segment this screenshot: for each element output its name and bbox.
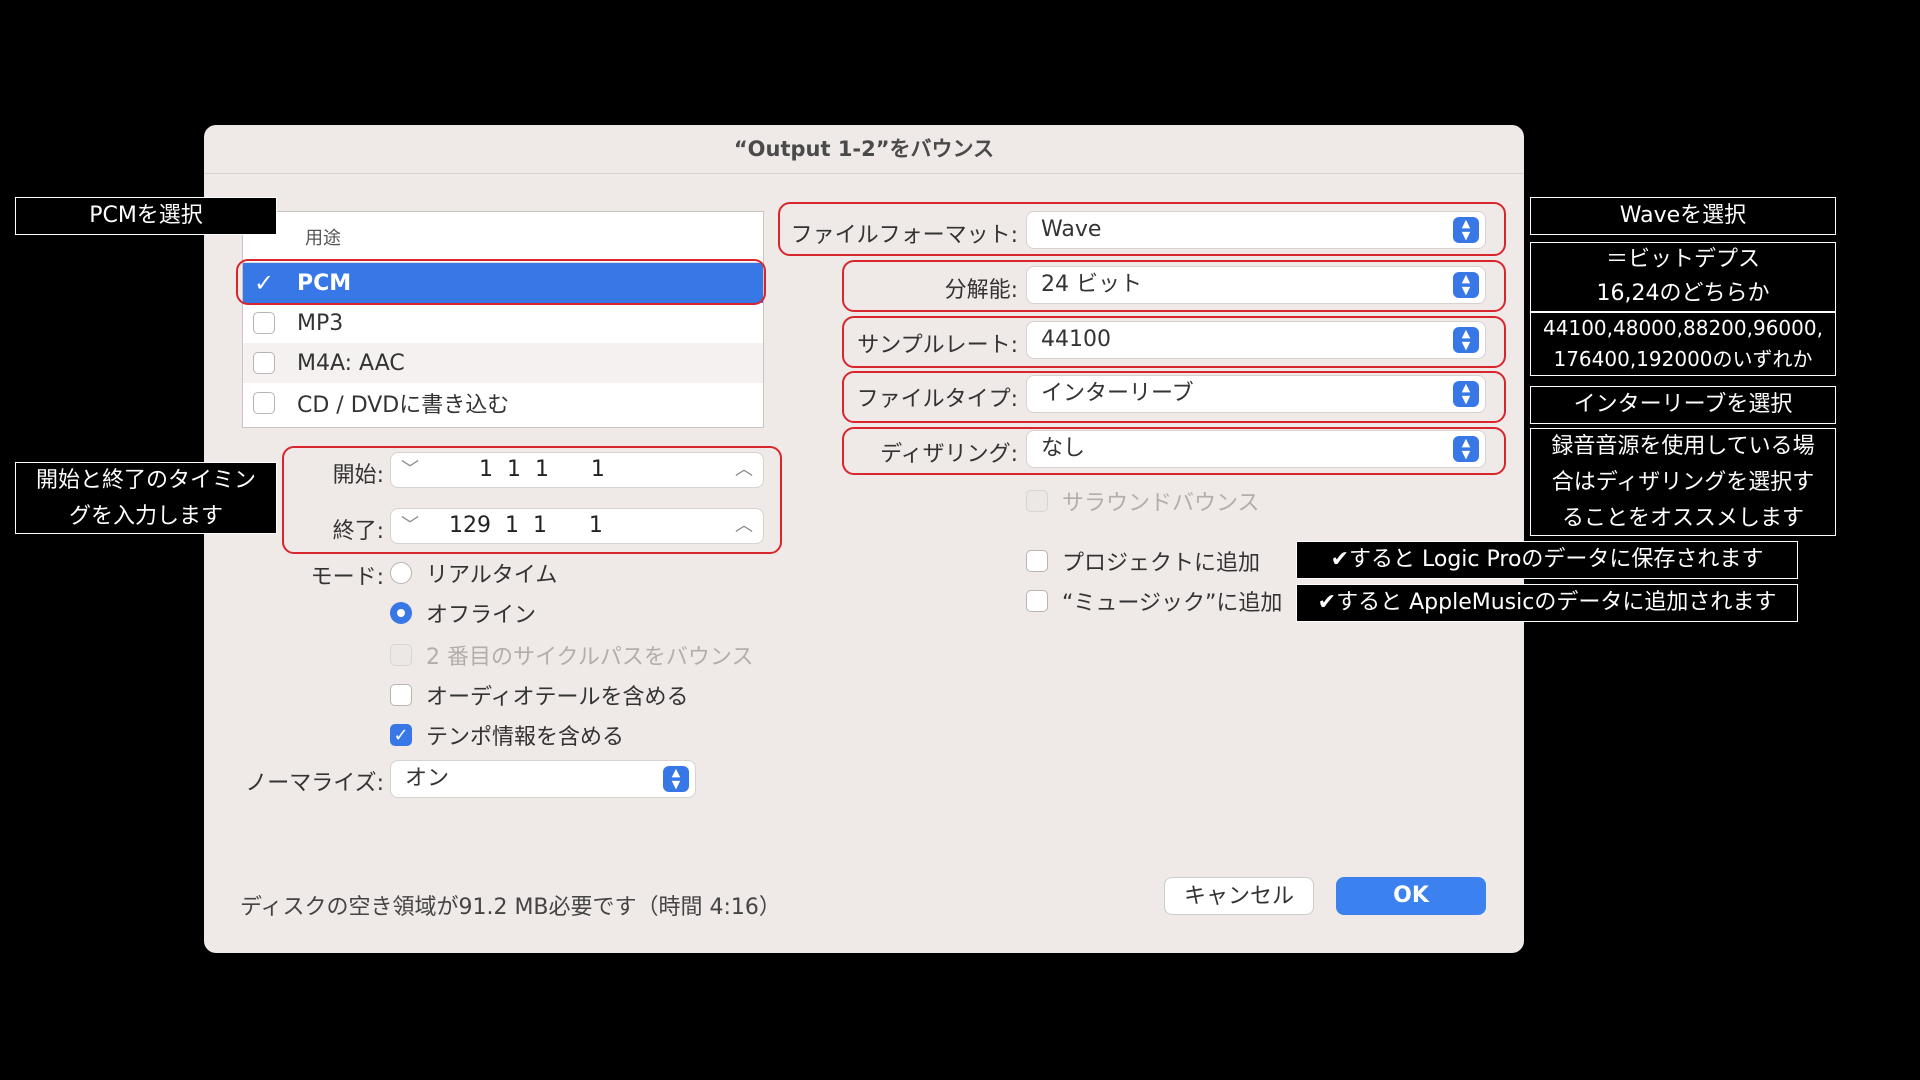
dialog-title: “Output 1-2”をバウンス bbox=[204, 125, 1524, 174]
tempo-info-label: テンポ情報を含める bbox=[426, 725, 625, 750]
mode-offline-label: オフライン bbox=[426, 603, 537, 628]
add-project-option[interactable]: プロジェクトに追加 bbox=[1026, 545, 1260, 577]
mode-realtime-label: リアルタイム bbox=[426, 563, 558, 588]
annotation-pcm: PCMを選択 bbox=[15, 197, 277, 235]
annotation-text: PCMを選択 bbox=[89, 203, 203, 228]
highlight-pcm bbox=[236, 259, 766, 305]
normalize-popup[interactable]: オン ▲ ▼ bbox=[390, 760, 696, 798]
list-item-label: M4A: AAC bbox=[297, 350, 405, 376]
annotation-bitdepth: ＝ビットデプス 16,24のどちらか bbox=[1530, 242, 1836, 312]
audio-tail-option[interactable]: オーディオテールを含める bbox=[390, 679, 688, 711]
annotation-project: ✔すると Logic Proのデータに保存されます bbox=[1296, 541, 1798, 579]
checkbox[interactable] bbox=[253, 312, 275, 334]
list-header: 用途 bbox=[243, 212, 763, 263]
list-item-cd-dvd[interactable]: CD / DVDに書き込む bbox=[243, 383, 763, 423]
surround-option: サラウンドバウンス bbox=[1026, 485, 1260, 517]
normalize-label: ノーマライズ: bbox=[245, 771, 384, 796]
annotation-text: ✔すると AppleMusicのデータに追加されます bbox=[1317, 590, 1777, 615]
annotation-interleave: インターリーブを選択 bbox=[1530, 386, 1836, 424]
annotation-text: 合はディザリングを選択す bbox=[1551, 470, 1815, 495]
annotation-wave: Waveを選択 bbox=[1530, 197, 1836, 235]
normalize-value: オン bbox=[405, 766, 450, 791]
annotation-text: グを入力します bbox=[68, 504, 223, 529]
highlight-file-format bbox=[778, 202, 1506, 256]
add-music-option[interactable]: “ミュージック”に追加 bbox=[1026, 585, 1282, 617]
annotation-text: ることをオススメします bbox=[1561, 506, 1804, 531]
radio-button[interactable] bbox=[390, 562, 412, 584]
annotation-text: ✔すると Logic Proのデータに保存されます bbox=[1330, 547, 1764, 572]
annotation-samplerate: 44100,48000,88200,96000, 176400,192000のい… bbox=[1530, 312, 1836, 376]
tempo-info-option[interactable]: ✓ テンポ情報を含める bbox=[390, 719, 624, 751]
annotation-text: 16,24のどちらか bbox=[1596, 281, 1770, 306]
disk-info: ディスクの空き領域が91.2 MB必要です（時間 4:16） bbox=[240, 895, 781, 920]
mode-label: モード: bbox=[310, 565, 384, 590]
annotation-text: 44100,48000,88200,96000, bbox=[1543, 316, 1823, 340]
ok-button[interactable]: OK bbox=[1336, 877, 1486, 915]
highlight-timing bbox=[282, 446, 782, 554]
list-item-m4a[interactable]: M4A: AAC bbox=[243, 343, 763, 383]
list-item-label: CD / DVDに書き込む bbox=[297, 393, 510, 418]
second-cycle-label: 2 番目のサイクルパスをバウンス bbox=[426, 645, 754, 670]
add-music-label: “ミュージック”に追加 bbox=[1062, 591, 1283, 616]
checkbox[interactable] bbox=[253, 392, 275, 414]
mode-offline[interactable]: オフライン bbox=[390, 597, 536, 629]
audio-tail-label: オーディオテールを含める bbox=[426, 685, 689, 710]
radio-button-selected[interactable] bbox=[390, 602, 412, 624]
checkmark-icon[interactable]: ✓ bbox=[390, 724, 412, 746]
annotation-dither: 録音音源を使用している場 合はディザリングを選択す ることをオススメします bbox=[1530, 428, 1836, 536]
highlight-dithering bbox=[842, 427, 1506, 475]
checkbox[interactable] bbox=[1026, 550, 1048, 572]
list-item-label: MP3 bbox=[297, 310, 344, 336]
annotation-text: 176400,192000のいずれか bbox=[1553, 347, 1813, 371]
highlight-sample-rate bbox=[842, 316, 1506, 368]
cancel-button[interactable]: キャンセル bbox=[1164, 877, 1314, 915]
popup-arrows-icon: ▲ ▼ bbox=[663, 766, 689, 792]
checkbox bbox=[1026, 490, 1048, 512]
highlight-file-type bbox=[842, 371, 1506, 423]
checkbox[interactable] bbox=[1026, 590, 1048, 612]
add-project-label: プロジェクトに追加 bbox=[1062, 551, 1261, 576]
surround-label: サラウンドバウンス bbox=[1062, 491, 1260, 516]
checkbox[interactable] bbox=[253, 352, 275, 374]
mode-realtime[interactable]: リアルタイム bbox=[390, 557, 557, 589]
checkbox bbox=[390, 644, 412, 666]
checkbox[interactable] bbox=[390, 684, 412, 706]
annotation-timing: 開始と終了のタイミン グを入力します bbox=[15, 462, 277, 534]
annotation-text: 録音音源を使用している場 bbox=[1551, 434, 1815, 459]
annotation-text: 開始と終了のタイミン bbox=[35, 468, 256, 493]
annotation-text: ＝ビットデプス bbox=[1605, 247, 1760, 272]
list-item-mp3[interactable]: MP3 bbox=[243, 303, 763, 343]
second-cycle-option: 2 番目のサイクルパスをバウンス bbox=[390, 639, 753, 671]
purpose-list: 用途 ✓ PCM MP3 M4A: AAC CD / DVDに書き込む bbox=[242, 211, 764, 428]
annotation-text: Waveを選択 bbox=[1619, 203, 1747, 228]
highlight-resolution bbox=[842, 260, 1506, 312]
annotation-text: インターリーブを選択 bbox=[1573, 392, 1793, 417]
annotation-music: ✔すると AppleMusicのデータに追加されます bbox=[1296, 584, 1798, 622]
